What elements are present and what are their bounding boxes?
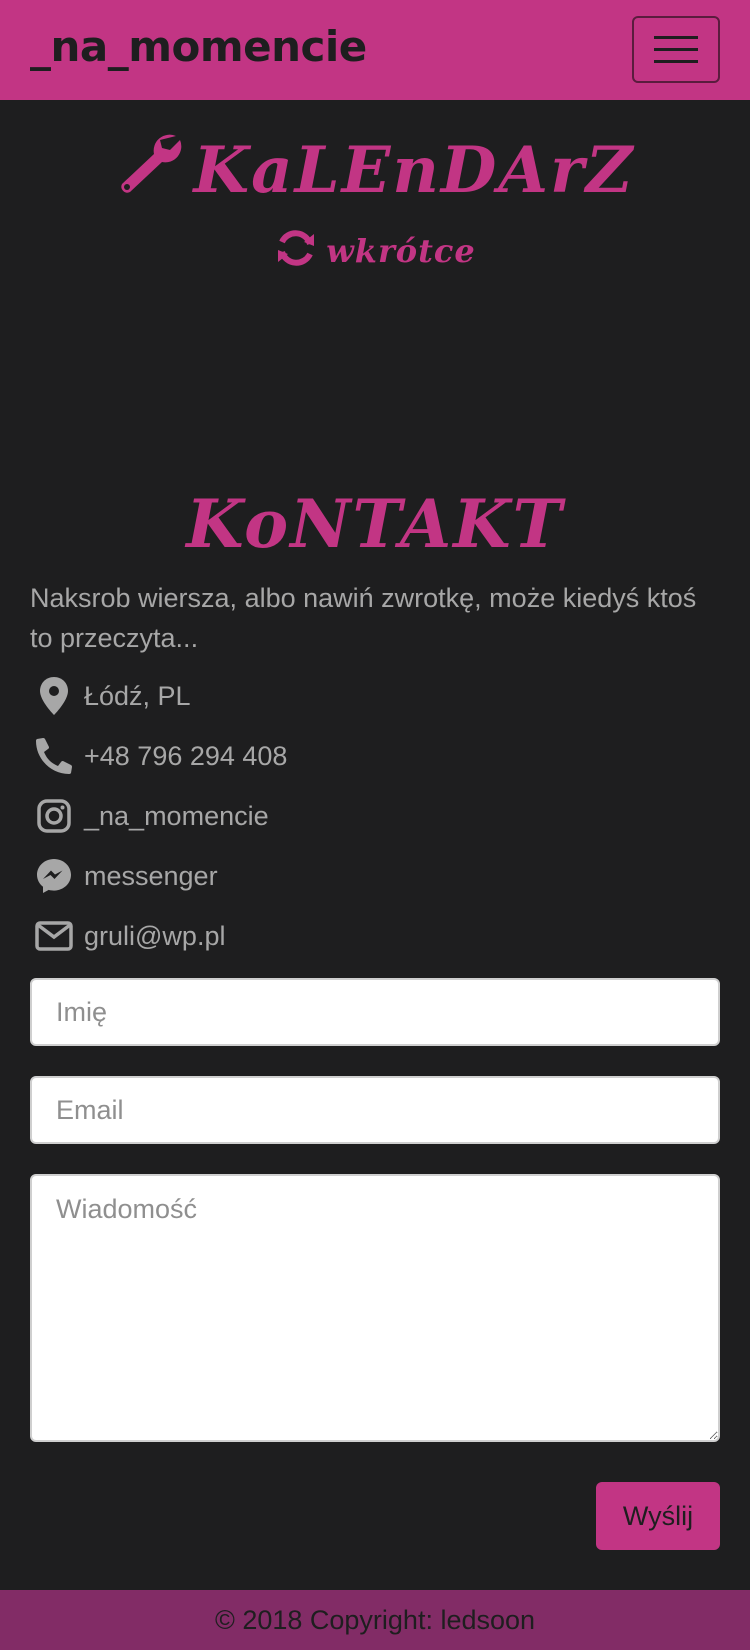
email-input[interactable] — [30, 1076, 720, 1144]
messenger-icon — [30, 852, 78, 900]
messenger-text[interactable]: messenger — [84, 861, 218, 892]
contact-messenger[interactable]: messenger — [30, 852, 720, 900]
contact-phone[interactable]: +48 796 294 408 — [30, 732, 720, 780]
footer: © 2018 Copyright: ledsoon — [0, 1590, 750, 1650]
brand-logo[interactable]: _na_momencie — [30, 22, 367, 71]
map-marker-icon — [30, 672, 78, 720]
wrench-icon — [116, 132, 186, 212]
footer-copyright: © 2018 Copyright: ledsoon — [214, 1605, 536, 1635]
contact-intro: Naksrob wiersza, albo nawiń zwrotkę, moż… — [30, 583, 697, 653]
contact-location: Łódź, PL — [30, 672, 720, 720]
send-button[interactable]: Wyślij — [596, 1482, 720, 1550]
menu-toggle-button[interactable] — [632, 16, 720, 83]
email-text[interactable]: gruli@wp.pl — [84, 921, 225, 952]
hamburger-icon — [654, 36, 698, 39]
contact-instagram[interactable]: _na_momencie — [30, 792, 720, 840]
navbar: _na_momencie — [0, 0, 750, 100]
instagram-text[interactable]: _na_momencie — [84, 801, 269, 832]
envelope-icon — [30, 912, 78, 960]
location-text: Łódź, PL — [84, 680, 191, 711]
calendar-subtitle-text: wkrótce — [326, 232, 476, 270]
phone-text[interactable]: +48 796 294 408 — [84, 741, 287, 772]
contact-title: KoNTAKT — [186, 485, 564, 563]
contact-email[interactable]: gruli@wp.pl — [30, 912, 720, 960]
calendar-title-text: KaLEnDArZ — [193, 133, 635, 208]
calendar-subtitle: wkrótce — [0, 228, 750, 276]
name-input[interactable] — [30, 978, 720, 1046]
instagram-icon — [30, 792, 78, 840]
message-textarea[interactable] — [30, 1174, 720, 1442]
phone-icon — [30, 732, 78, 780]
sync-icon — [274, 228, 318, 276]
calendar-title: KaLEnDArZ — [0, 132, 750, 212]
